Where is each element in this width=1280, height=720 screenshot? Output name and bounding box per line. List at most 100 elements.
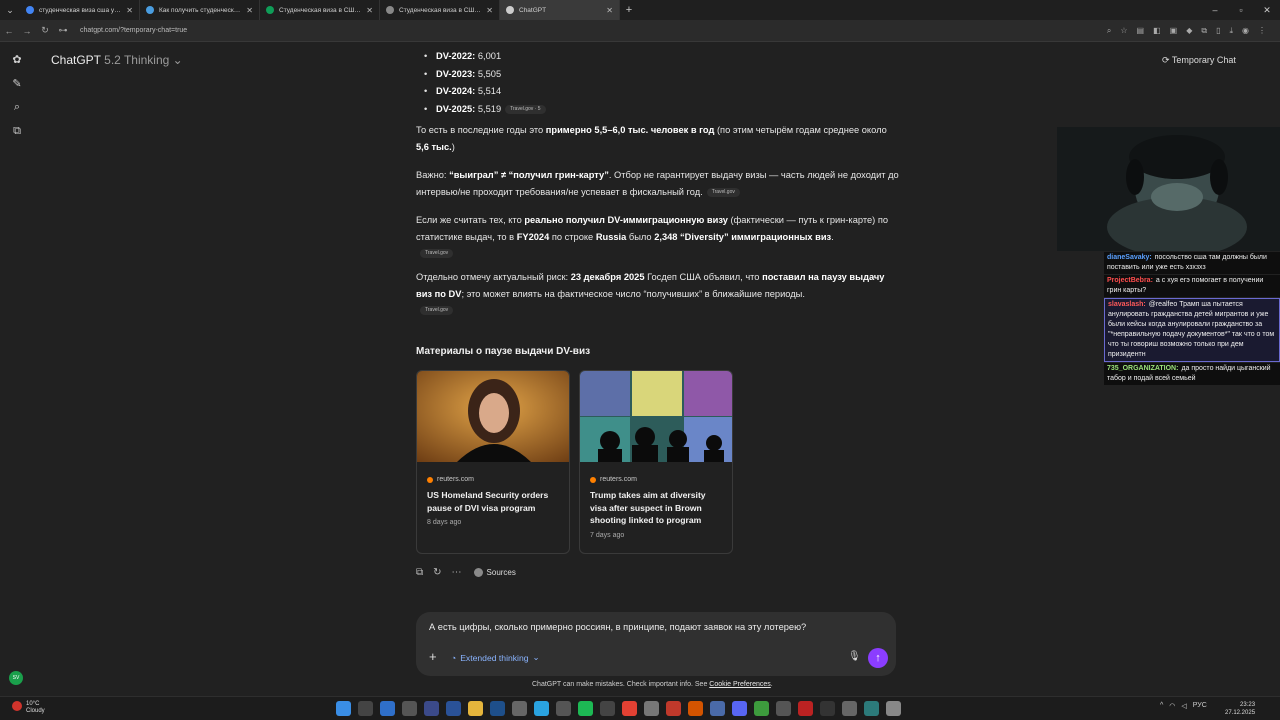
disclaimer: ChatGPT can make mistakes. Check importa… — [532, 681, 773, 688]
model-selector[interactable]: ChatGPT 5.2 Thinking ⌄ — [51, 53, 183, 67]
more-icon[interactable]: ⋯ — [452, 567, 462, 578]
extension-icon[interactable]: ▣ — [1170, 26, 1178, 36]
thinking-icon: ◔ — [451, 652, 457, 663]
maximize-icon[interactable]: ▫ — [1228, 0, 1254, 20]
weather-widget[interactable]: 10°C Cloudy — [12, 701, 45, 715]
telegram-icon[interactable] — [534, 701, 549, 716]
app-icon[interactable] — [446, 701, 461, 716]
app-icon[interactable] — [886, 701, 901, 716]
browser-tab[interactable]: студенческая виза сша учитс ✕ — [20, 0, 140, 20]
app-icon[interactable] — [820, 701, 835, 716]
copy-icon[interactable]: ⧉ — [416, 567, 423, 578]
tab-close-icon[interactable]: ✕ — [246, 6, 253, 15]
profile-icon[interactable]: ◉ — [1242, 26, 1249, 36]
tab-search-icon[interactable]: ⌄ — [0, 0, 20, 20]
wifi-icon[interactable]: ◠ — [1169, 702, 1175, 710]
add-attachment-icon[interactable]: + — [429, 649, 437, 664]
language-indicator[interactable]: РУС — [1193, 702, 1207, 710]
app-icon[interactable] — [424, 701, 439, 716]
source-pill[interactable]: Travel.gov — [706, 188, 740, 198]
sidebar-toggle-icon[interactable]: ▯ — [1216, 26, 1220, 36]
tab-title: ChatGPT — [519, 6, 547, 14]
tab-title: студенческая виза сша учитс — [39, 6, 122, 14]
source-pill[interactable]: Travel.gov · 5 — [505, 104, 546, 114]
close-window-icon[interactable]: ✕ — [1254, 0, 1280, 20]
browser-menu-icon[interactable]: ⋮ — [1258, 26, 1266, 36]
send-button[interactable]: ↑ — [868, 648, 888, 668]
browser-tab[interactable]: Студенческая виза в США: са ✕ — [380, 0, 500, 20]
new-chat-icon[interactable]: ✎ — [12, 77, 21, 90]
bookmark-star-icon[interactable]: ☆ — [1120, 26, 1127, 36]
app-icon[interactable] — [842, 701, 857, 716]
search-icon[interactable] — [358, 701, 373, 716]
minimize-icon[interactable]: – — [1202, 0, 1228, 20]
reload-icon[interactable]: ↻ — [36, 25, 54, 36]
chat-message: 735_ORGANIZATION: да просто найди цыганск… — [1104, 363, 1280, 385]
openai-logo-icon[interactable]: ✿ — [12, 53, 21, 66]
app-icon[interactable] — [710, 701, 725, 716]
weather-icon — [12, 701, 22, 711]
app-icon[interactable] — [754, 701, 769, 716]
prompt-input[interactable]: А есть цифры, сколько примерно россиян, … — [429, 622, 806, 632]
webcam-image — [1057, 127, 1280, 251]
app-icon[interactable] — [776, 701, 791, 716]
browser-tab[interactable]: Студенческая виза в США - к ✕ — [260, 0, 380, 20]
windows-start-icon[interactable] — [336, 701, 351, 716]
tab-close-icon[interactable]: ✕ — [366, 6, 373, 15]
browser-tab[interactable]: ChatGPT ✕ — [500, 0, 620, 20]
card-headline[interactable]: Trump takes aim at diversity visa after … — [590, 489, 722, 527]
card-headline[interactable]: US Homeland Security orders pause of DVI… — [427, 489, 559, 514]
zoom-icon[interactable]: ⌕ — [1107, 26, 1111, 36]
app-icon[interactable] — [688, 701, 703, 716]
extended-thinking-toggle[interactable]: ◔ Extended thinking ⌄ — [451, 652, 540, 663]
app-icon[interactable] — [666, 701, 681, 716]
app-icon[interactable] — [490, 701, 505, 716]
sources-button[interactable]: Sources — [473, 568, 516, 577]
discord-icon[interactable] — [732, 701, 747, 716]
app-icon[interactable] — [556, 701, 571, 716]
app-icon[interactable] — [600, 701, 615, 716]
tab-close-icon[interactable]: ✕ — [606, 6, 613, 15]
app-icon[interactable] — [512, 701, 527, 716]
list-item: DV-2023: 5,505 — [424, 66, 900, 84]
extension-icon[interactable]: ◧ — [1153, 26, 1161, 36]
regenerate-icon[interactable]: ↻ — [433, 567, 441, 578]
microphone-icon[interactable]: 🎙 — [848, 651, 861, 662]
extension-icon[interactable]: ◆ — [1186, 26, 1192, 36]
paragraph: Если же считать тех, кто реально получил… — [416, 215, 889, 242]
source-pill[interactable]: Travel.gov — [420, 305, 454, 315]
extension-icon[interactable]: ▤ — [1137, 26, 1145, 36]
tab-close-icon[interactable]: ✕ — [126, 6, 133, 15]
file-explorer-icon[interactable] — [468, 701, 483, 716]
source-pill[interactable]: Travel.gov — [420, 248, 454, 258]
reuters-icon — [427, 476, 433, 483]
chrome-icon[interactable] — [622, 701, 637, 716]
app-icon[interactable] — [402, 701, 417, 716]
avatar[interactable]: SV — [9, 671, 23, 685]
app-icon[interactable] — [798, 701, 813, 716]
new-tab-button[interactable]: + — [620, 4, 638, 16]
tab-favicon-icon — [266, 6, 274, 14]
download-icon[interactable]: ⤓ — [1229, 26, 1233, 36]
address-bar[interactable]: chatgpt.com/?temporary-chat=true — [80, 27, 1107, 34]
temporary-chat-button[interactable]: ⟳ Temporary Chat — [1162, 55, 1236, 66]
spotify-icon[interactable] — [578, 701, 593, 716]
cookie-preferences-link[interactable]: Cookie Preferences — [709, 681, 770, 688]
clock[interactable]: 23:23 27.12.2025 — [1225, 701, 1255, 717]
sources-icon — [473, 568, 483, 577]
forward-icon[interactable]: → — [18, 26, 36, 36]
browser-tab[interactable]: Как получить студенческую в ✕ — [140, 0, 260, 20]
back-icon[interactable]: ← — [0, 26, 18, 36]
tab-close-icon[interactable]: ✕ — [486, 6, 493, 15]
puzzle-icon[interactable]: ⧉ — [1201, 26, 1207, 36]
app-icon[interactable] — [864, 701, 879, 716]
site-info-icon[interactable]: ⊶ — [54, 25, 72, 36]
app-icon[interactable] — [644, 701, 659, 716]
library-icon[interactable]: ⧉ — [13, 125, 21, 138]
volume-icon[interactable]: ◁ — [1181, 702, 1186, 710]
news-card[interactable]: reuters.com Trump takes aim at diversity… — [579, 370, 733, 554]
widgets-icon[interactable] — [380, 701, 395, 716]
search-icon[interactable]: ⌕ — [14, 101, 20, 114]
news-card[interactable]: reuters.com US Homeland Security orders … — [416, 370, 570, 554]
tray-arrow-icon[interactable]: ^ — [1160, 702, 1163, 710]
